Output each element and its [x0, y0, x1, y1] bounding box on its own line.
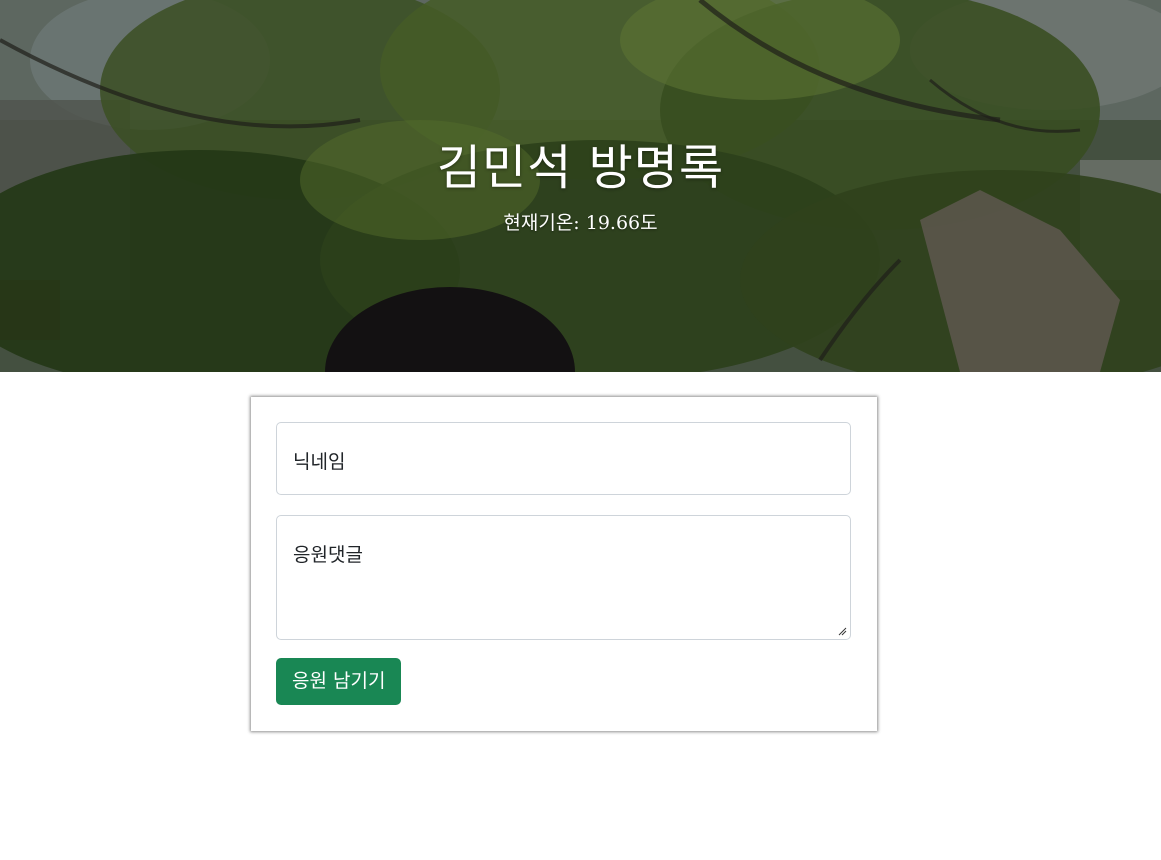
hero-banner: 김민석 방명록 현재기온: 19.66도: [0, 0, 1161, 372]
nickname-placeholder: 닉네임: [293, 451, 346, 473]
page-title: 김민석 방명록: [436, 140, 725, 196]
comment-placeholder: 응원댓글: [293, 544, 363, 566]
comment-textarea[interactable]: 응원댓글: [276, 515, 851, 640]
guestbook-form-card: 닉네임 응원댓글 응원 남기기: [251, 397, 877, 731]
temperature-text: 현재기온: 19.66도: [503, 212, 658, 234]
nickname-input[interactable]: 닉네임: [276, 422, 851, 495]
submit-cheer-button[interactable]: 응원 남기기: [276, 658, 402, 705]
hero-titles: 김민석 방명록 현재기온: 19.66도: [0, 128, 1161, 235]
resize-handle-icon[interactable]: [838, 627, 847, 636]
